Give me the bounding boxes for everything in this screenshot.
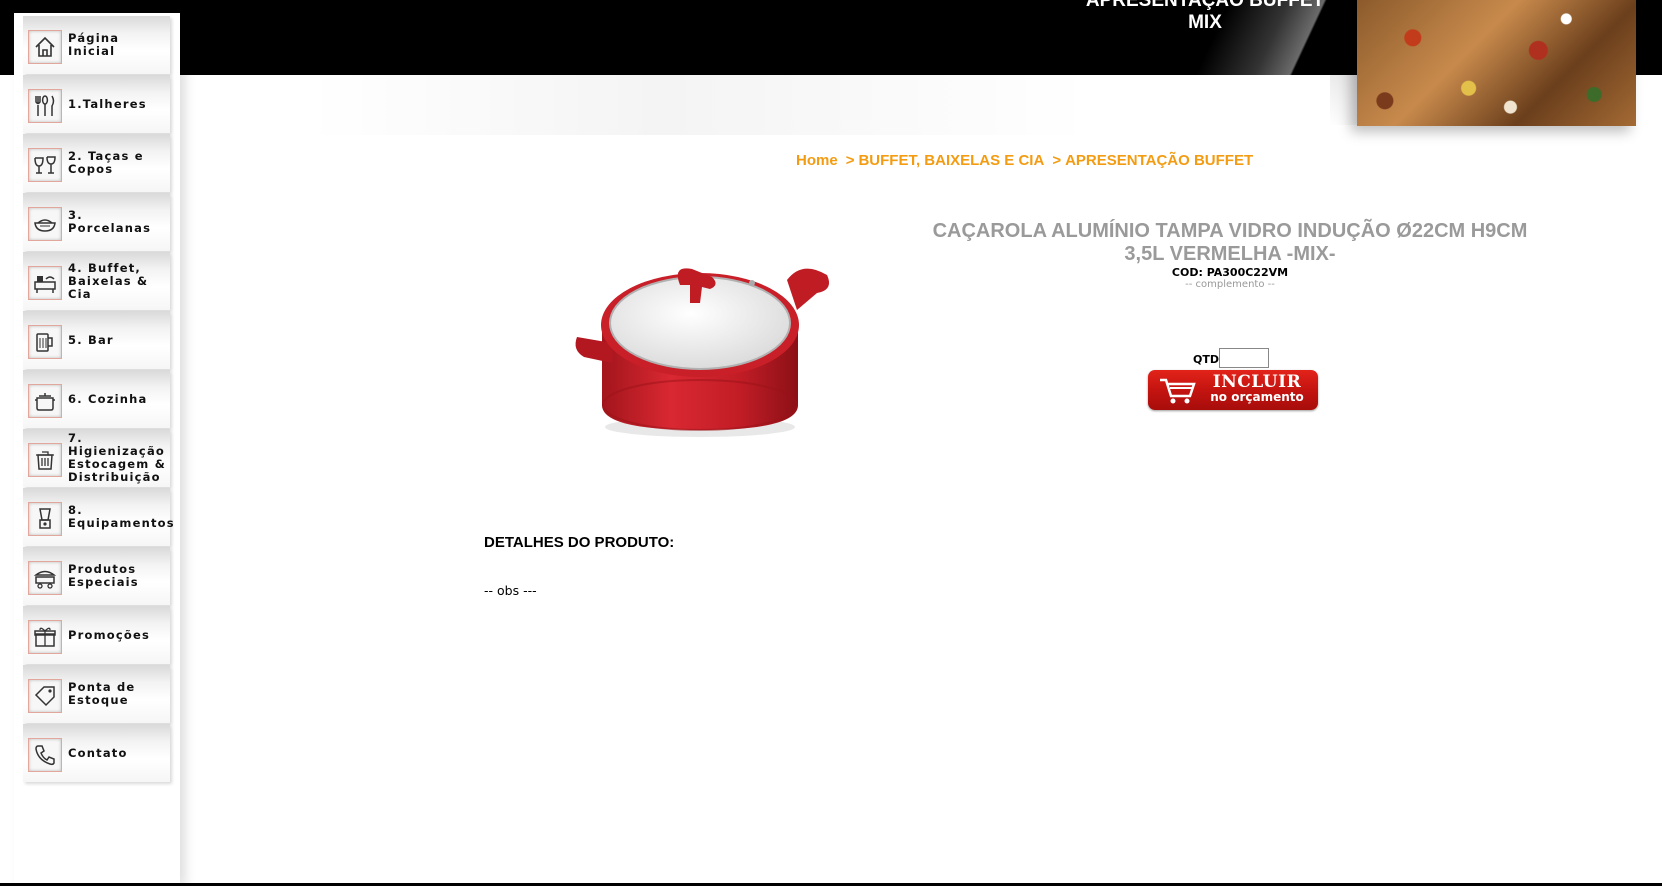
sidebar-item-ponta-de-estoque[interactable]: Ponta de Estoque [23, 665, 170, 723]
sidebar-item-label: Produtos Especiais [68, 562, 139, 589]
sidebar-item-label: 8. Equipamentos [68, 503, 175, 530]
shopping-cart-icon [1158, 376, 1198, 406]
sidebar-item-equipamentos[interactable]: 8. Equipamentos [23, 488, 175, 546]
phone-icon [28, 738, 62, 772]
breadcrumb-home[interactable]: Home [796, 152, 838, 169]
trash-bin-icon [28, 443, 62, 477]
tag-icon [28, 679, 62, 713]
sidebar-item-produtos-especiais[interactable]: Produtos Especiais [23, 547, 170, 605]
product-complement: -- complemento -- [1185, 279, 1275, 290]
porcelain-bowl-icon [28, 207, 62, 241]
blender-icon [28, 502, 62, 536]
sidebar-item-cozinha[interactable]: 6. Cozinha [23, 370, 170, 428]
sidebar: Página Inicial 1.Talheres 2. Taças e Cop… [14, 13, 180, 886]
gift-box-icon [28, 620, 62, 654]
add-to-quote-button[interactable]: INCLUIR no orçamento [1148, 370, 1318, 410]
sidebar-item-higienizacao[interactable]: 7. Higienização Estocagem & Distribuição [23, 429, 170, 487]
quantity-label: QTD [1193, 353, 1219, 366]
sidebar-item-label: 3. Porcelanas [68, 208, 152, 235]
sidebar-item-label: Promoções [68, 627, 151, 642]
quantity-input[interactable] [1219, 348, 1269, 368]
sidebar-item-talheres[interactable]: 1.Talheres [23, 75, 170, 133]
food-cart-icon [28, 561, 62, 595]
sidebar-item-label: 6. Cozinha [68, 391, 148, 406]
product-code: COD: PA300C22VM [1171, 266, 1289, 279]
breadcrumb-category[interactable]: BUFFET, BAIXELAS E CIA [858, 152, 1044, 169]
sidebar-item-bar[interactable]: 5. Bar [23, 311, 170, 369]
sidebar-item-label: Contato [68, 745, 128, 760]
cooking-pot-icon [28, 384, 62, 418]
sidebar-item-contato[interactable]: Contato [23, 724, 170, 782]
buffet-icon [28, 266, 62, 300]
sidebar-item-buffet[interactable]: 4. Buffet, Baixelas & Cia [23, 252, 170, 310]
product-details-title: DETALHES DO PRODUTO: [484, 534, 675, 551]
breadcrumb: Home > BUFFET, BAIXELAS E CIA > APRESENTAÇÃO… [796, 152, 1253, 169]
sidebar-item-porcelanas[interactable]: 3. Porcelanas [23, 193, 170, 251]
breadcrumb-separator: > [1052, 152, 1062, 169]
home-icon [28, 30, 62, 64]
sidebar-item-label: 4. Buffet, Baixelas & Cia [68, 260, 149, 301]
sidebar-item-tacas[interactable]: 2. Taças e Copos [23, 134, 170, 192]
banner-title: APRESENTAÇÃO BUFFET MIX [1085, 0, 1325, 33]
sidebar-item-label: 2. Taças e Copos [68, 149, 144, 176]
sidebar-item-label: Ponta de Estoque [68, 680, 136, 707]
sidebar-item-promocoes[interactable]: Promoções [23, 606, 170, 664]
banner-photo [1357, 0, 1636, 126]
breadcrumb-subcategory[interactable]: APRESENTAÇÃO BUFFET [1065, 152, 1253, 169]
product-title: CAÇAROLA ALUMÍNIO TAMPA VIDRO INDUÇÃO Ø2… [932, 220, 1528, 265]
sidebar-item-label: 5. Bar [68, 332, 114, 347]
sidebar-item-label: 1.Talheres [68, 96, 147, 111]
product-image[interactable] [572, 255, 832, 445]
banner-fade [310, 75, 1090, 135]
beer-mug-icon [28, 325, 62, 359]
cutlery-icon [28, 89, 62, 123]
sidebar-item-label: Página Inicial [68, 31, 120, 58]
add-button-main-label: INCLUIR [1212, 372, 1302, 392]
sidebar-item-label: 7. Higienização Estocagem & Distribuição [68, 431, 166, 484]
breadcrumb-separator: > [845, 152, 855, 169]
add-button-sub-label: no orçamento [1210, 390, 1304, 404]
product-details-obs: -- obs --- [484, 583, 537, 598]
glasses-icon [28, 148, 62, 182]
sidebar-item-home[interactable]: Página Inicial [23, 16, 170, 74]
